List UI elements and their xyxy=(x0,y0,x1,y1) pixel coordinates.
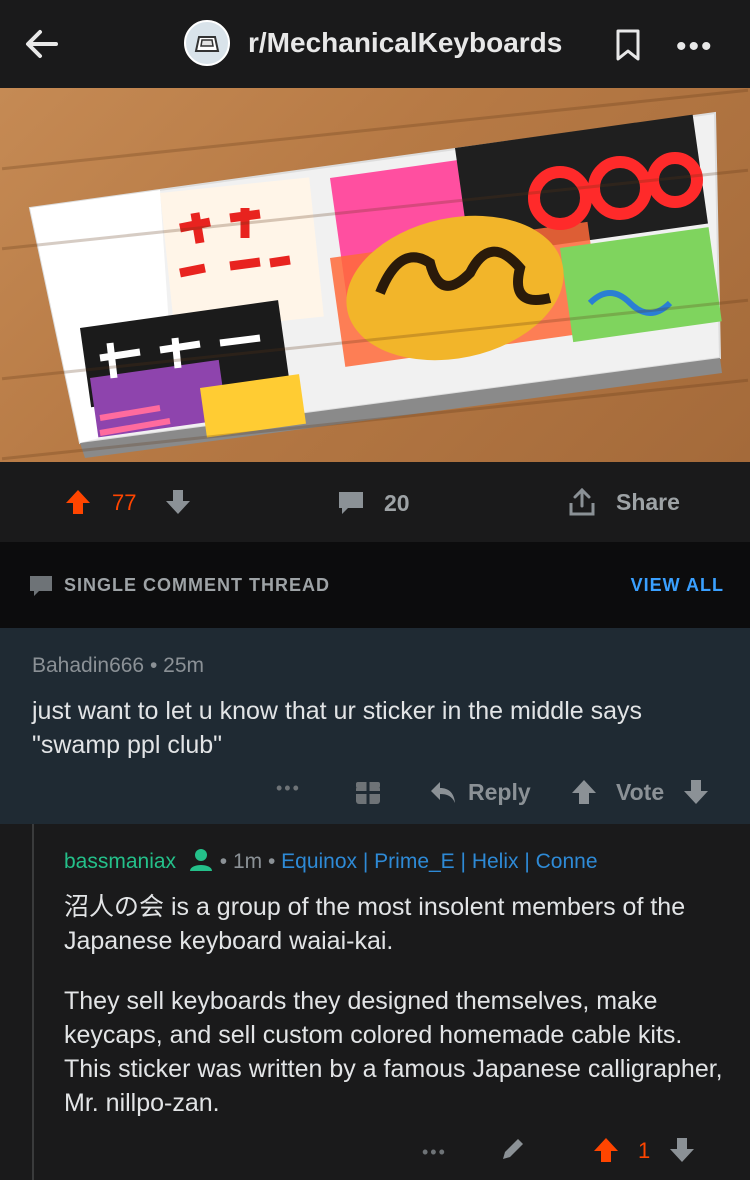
vote-controls: Vote xyxy=(570,778,710,806)
subreddit-name[interactable]: r/MechanicalKeyboards xyxy=(248,27,562,59)
reply-meta: bassmaniax • 1m • Equinox | Prime_E | He… xyxy=(64,848,734,874)
comment-time: 25m xyxy=(163,654,204,677)
thread-indent-line xyxy=(32,824,34,1180)
vote-label: Vote xyxy=(616,778,665,805)
keycap-icon xyxy=(194,36,220,52)
gift-icon[interactable] xyxy=(353,776,383,806)
share-label: Share xyxy=(616,488,680,515)
upvote-icon[interactable] xyxy=(570,778,598,806)
post-score: 77 xyxy=(112,490,137,515)
subreddit-avatar[interactable] xyxy=(184,20,230,66)
view-all-link[interactable]: VIEW ALL xyxy=(631,575,724,596)
upvote-icon[interactable] xyxy=(64,488,92,516)
thread-label: SINGLE COMMENT THREAD xyxy=(64,575,330,595)
bookmark-icon[interactable] xyxy=(614,28,642,62)
parent-comment: Bahadin666 • 25m just want to let u know… xyxy=(0,628,750,824)
edit-pencil-icon[interactable] xyxy=(498,1134,528,1164)
post-image[interactable] xyxy=(0,88,750,462)
top-bar: r/MechanicalKeyboards ••• xyxy=(0,0,750,88)
single-thread-bar: SINGLE COMMENT THREAD VIEW ALL xyxy=(0,542,750,628)
meta-separator: • xyxy=(267,850,282,873)
reply-paragraph-2: They sell keyboards they designed themse… xyxy=(64,987,723,1117)
comment-bubble-icon xyxy=(339,492,363,514)
meta-separator: • xyxy=(219,850,233,873)
comment-count: 20 xyxy=(384,489,410,516)
comment-body: just want to let u know that ur sticker … xyxy=(32,697,642,759)
reply-comment: bassmaniax • 1m • Equinox | Prime_E | He… xyxy=(0,824,750,1180)
reply-time: 1m xyxy=(232,850,263,873)
downvote-icon[interactable] xyxy=(682,778,710,806)
subreddit-header[interactable]: r/MechanicalKeyboards xyxy=(184,20,562,66)
user-flair: Equinox | Prime_E | Helix | Conne xyxy=(281,850,598,873)
comments-button[interactable]: 20 xyxy=(336,488,410,518)
share-button[interactable]: Share xyxy=(566,486,680,518)
more-icon[interactable]: ••• xyxy=(422,1142,447,1163)
reply-paragraph-1: 沼人の会 is a group of the most insolent mem… xyxy=(64,893,686,955)
reply-label: Reply xyxy=(468,778,531,805)
keyboard-photo xyxy=(28,111,722,458)
meta-separator: • xyxy=(149,654,164,677)
reply-arrow-icon xyxy=(431,782,455,803)
comment-meta: Bahadin666 • 25m xyxy=(32,654,204,678)
reply-button[interactable]: Reply xyxy=(428,778,531,806)
share-icon xyxy=(569,487,595,516)
downvote-icon[interactable] xyxy=(668,1136,696,1164)
thread-bubble-icon xyxy=(30,576,52,596)
more-icon[interactable]: ••• xyxy=(276,778,301,799)
upvote-icon[interactable] xyxy=(592,1136,620,1164)
post-action-bar: 77 20 Share xyxy=(0,462,750,542)
op-user-icon xyxy=(189,849,212,871)
comment-author[interactable]: Bahadin666 xyxy=(32,654,144,677)
downvote-icon[interactable] xyxy=(164,488,192,516)
reply-author[interactable]: bassmaniax xyxy=(64,850,176,873)
more-options-icon[interactable]: ••• xyxy=(676,30,714,64)
back-arrow-icon[interactable] xyxy=(22,24,62,64)
reply-score: 1 xyxy=(638,1138,651,1163)
